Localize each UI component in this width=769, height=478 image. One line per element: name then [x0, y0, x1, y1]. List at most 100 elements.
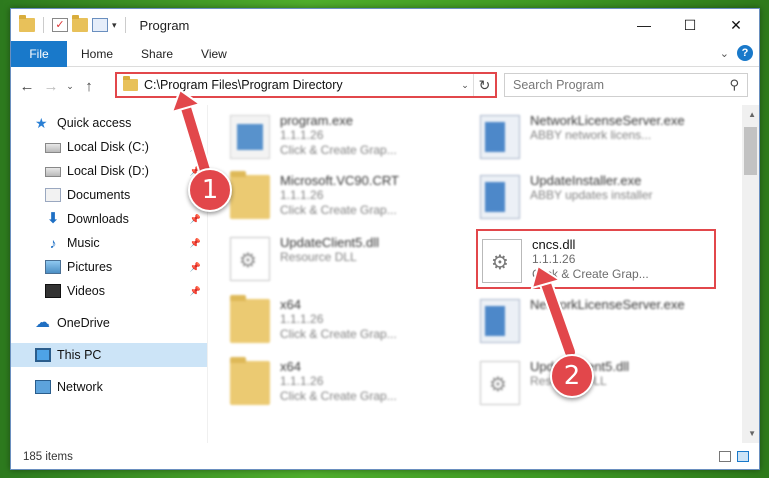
file-description: Click & Create Grap...: [280, 203, 397, 217]
network-icon: [35, 380, 51, 394]
file-item[interactable]: NetworkLicenseServer.exe ABBY network li…: [480, 111, 730, 167]
file-name: UpdateClient5.dll: [280, 235, 380, 250]
address-path[interactable]: C:\Program Files\Program Directory: [144, 78, 457, 92]
pin-icon[interactable]: 📌: [190, 262, 201, 273]
pin-icon[interactable]: 📌: [190, 286, 201, 297]
ribbon-collapse-icon[interactable]: ⌄: [720, 47, 729, 60]
file-item[interactable]: x64 1.1.1.26 Click & Create Grap...: [230, 295, 480, 351]
help-icon[interactable]: ?: [737, 45, 753, 61]
file-description: Click & Create Grap...: [280, 389, 397, 403]
navigation-pane: ★ Quick access Local Disk (C:) 📌 Local D…: [11, 105, 207, 443]
ribbon-right: ⌄ ?: [720, 45, 753, 61]
tab-home[interactable]: Home: [67, 47, 127, 61]
refresh-button[interactable]: ↻: [473, 74, 495, 96]
recent-locations-icon[interactable]: ⌄: [63, 81, 77, 92]
sidebar-item-label: Pictures: [67, 260, 113, 274]
scroll-thumb[interactable]: [744, 127, 757, 175]
properties-check-icon[interactable]: ✓: [52, 18, 68, 32]
sidebar-item-local-disk-d[interactable]: Local Disk (D:) 📌: [11, 159, 207, 183]
search-input[interactable]: Search Program ⚲: [504, 73, 748, 97]
sidebar-item-onedrive[interactable]: ☁ OneDrive: [11, 311, 207, 335]
sidebar-item-quick-access[interactable]: ★ Quick access: [11, 111, 207, 135]
sidebar-item-downloads[interactable]: ⬇ Downloads 📌: [11, 207, 207, 231]
sidebar-item-label: Downloads: [67, 212, 129, 226]
vertical-scrollbar[interactable]: ▲ ▼: [742, 105, 759, 443]
pc-icon: [35, 348, 51, 362]
sidebar-item-documents[interactable]: Documents 📌: [11, 183, 207, 207]
quick-access-toolbar: ✓ ▾: [11, 15, 130, 33]
customize-icon[interactable]: [92, 18, 108, 32]
tab-file[interactable]: File: [11, 40, 67, 67]
cloud-icon: ☁: [35, 314, 50, 331]
dll-file-icon: [230, 237, 270, 281]
navigation-bar: ← → ⌄ ↑ C:\Program Files\Program Directo…: [11, 67, 759, 105]
file-name: UpdateInstaller.exe: [530, 173, 642, 188]
sidebar-item-network[interactable]: Network: [11, 375, 207, 399]
tab-share[interactable]: Share: [127, 47, 187, 61]
large-icons-view-icon[interactable]: [737, 451, 749, 462]
back-button[interactable]: ←: [15, 78, 39, 95]
folder-icon: [230, 295, 270, 343]
app-file-icon: [480, 175, 520, 219]
search-icon[interactable]: ⚲: [729, 77, 739, 93]
file-version: 1.1.1.26: [280, 128, 324, 142]
file-name: Microsoft.VC90.CRT: [280, 173, 399, 188]
scroll-up-icon[interactable]: ▲: [748, 110, 756, 119]
sidebar-item-label: Local Disk (C:): [67, 140, 149, 154]
minimize-button[interactable]: —: [621, 9, 667, 41]
file-name: NetworkLicenseServer.exe: [530, 297, 685, 312]
dll-file-icon: [480, 361, 520, 405]
file-name: program.exe: [280, 113, 353, 128]
sidebar-item-this-pc[interactable]: This PC: [11, 343, 207, 367]
address-dropdown-icon[interactable]: ⌄: [457, 80, 473, 91]
pin-icon[interactable]: 📌: [190, 142, 201, 153]
highlight-box: [476, 229, 716, 289]
folder-icon: [230, 171, 270, 219]
file-list: program.exe 1.1.1.26 Click & Create Grap…: [207, 105, 759, 443]
app-file-icon: [480, 115, 520, 159]
scroll-down-icon[interactable]: ▼: [748, 429, 756, 438]
file-item[interactable]: NetworkLicenseServer.exe: [480, 295, 730, 351]
music-icon: ♪: [49, 235, 57, 251]
file-item[interactable]: Microsoft.VC90.CRT 1.1.1.26 Click & Crea…: [230, 171, 480, 227]
new-folder-icon[interactable]: [72, 15, 88, 32]
window-title: Program: [139, 17, 190, 33]
search-placeholder: Search Program: [513, 78, 605, 92]
file-item[interactable]: x64 1.1.1.26 Click & Create Grap...: [230, 357, 480, 413]
toolbar-dropdown-icon[interactable]: ▾: [112, 20, 117, 31]
sidebar-item-music[interactable]: ♪ Music 📌: [11, 231, 207, 255]
tab-view[interactable]: View: [187, 47, 241, 61]
folder-icon: [230, 357, 270, 405]
app-file-icon: [480, 299, 520, 343]
sidebar-item-label: Music: [67, 236, 100, 250]
documents-icon: [45, 188, 61, 202]
file-name: x64: [280, 359, 301, 374]
pin-icon[interactable]: 📌: [190, 238, 201, 249]
file-item[interactable]: program.exe 1.1.1.26 Click & Create Grap…: [230, 111, 480, 167]
sidebar-item-label: Local Disk (D:): [67, 164, 149, 178]
file-item[interactable]: UpdateInstaller.exe ABBY updates install…: [480, 171, 730, 227]
address-bar[interactable]: C:\Program Files\Program Directory ⌄ ↻: [115, 72, 497, 98]
pin-icon[interactable]: 📌: [190, 214, 201, 225]
downloads-icon: ⬇: [46, 210, 60, 227]
details-view-icon[interactable]: [719, 451, 731, 462]
sidebar-item-label: Documents: [67, 188, 131, 202]
item-count: 185 items: [23, 451, 73, 463]
maximize-button[interactable]: ☐: [667, 9, 713, 41]
step-badge-1: 1: [188, 168, 232, 212]
file-item[interactable]: UpdateClient5.dll Resource DLL: [480, 357, 730, 413]
sidebar-item-videos[interactable]: Videos 📌: [11, 279, 207, 303]
divider: [124, 17, 126, 33]
sidebar-item-local-disk-c[interactable]: Local Disk (C:) 📌: [11, 135, 207, 159]
close-button[interactable]: ✕: [713, 9, 759, 41]
file-version: 1.1.1.26: [280, 374, 324, 388]
file-description: Resource DLL: [280, 250, 357, 264]
folder-icon: [19, 15, 35, 32]
sidebar-item-label: OneDrive: [57, 316, 110, 330]
window-controls: — ☐ ✕: [621, 9, 759, 41]
up-button[interactable]: ↑: [77, 78, 101, 95]
sidebar-item-pictures[interactable]: Pictures 📌: [11, 255, 207, 279]
file-item[interactable]: UpdateClient5.dll Resource DLL: [230, 233, 480, 289]
forward-button[interactable]: →: [39, 78, 63, 95]
